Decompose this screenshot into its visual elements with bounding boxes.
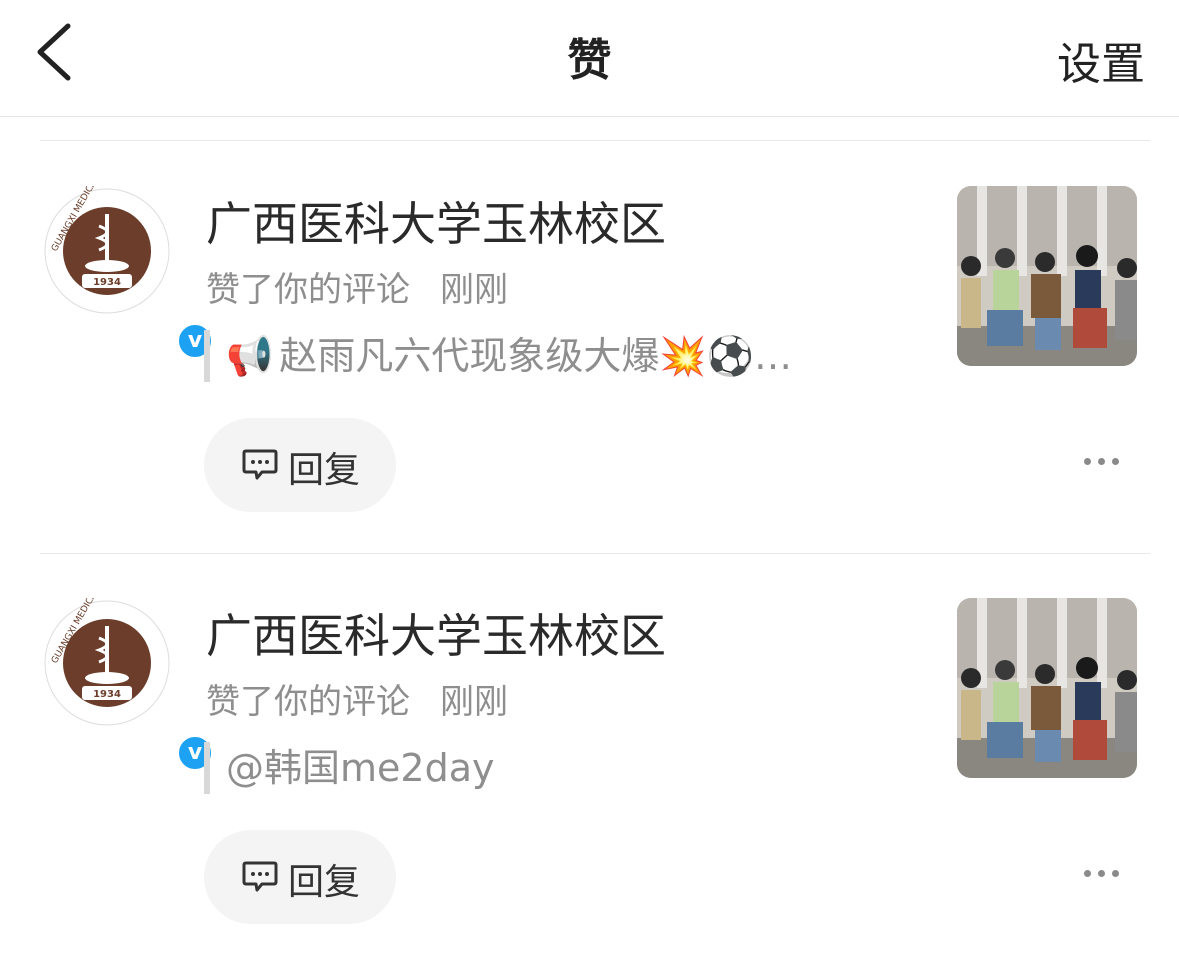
- post-thumbnail[interactable]: [957, 598, 1137, 778]
- like-notification-item[interactable]: 1934 GUANGXI MEDICAL v 广西医科大学玉林校区 赞了你的评论…: [0, 142, 1179, 554]
- settings-button[interactable]: 设置: [1057, 28, 1145, 92]
- notification-meta: 赞了你的评论 刚刚: [206, 674, 508, 723]
- reply-button[interactable]: 回复: [204, 418, 396, 512]
- quoted-comment-text: 赵雨凡六代现象级大爆💥⚽…: [279, 334, 792, 378]
- university-logo-icon: 1934 GUANGXI MEDICAL: [44, 598, 170, 726]
- university-logo-icon: 1934 GUANGXI MEDICAL: [44, 186, 170, 314]
- avatar-year: 1934: [93, 277, 121, 288]
- user-name[interactable]: 广西医科大学玉林校区: [206, 600, 666, 666]
- post-thumbnail[interactable]: [957, 186, 1137, 366]
- quoted-comment[interactable]: @韩国me2day: [204, 742, 494, 794]
- reply-label: 回复: [288, 862, 361, 903]
- group-photo-image: [957, 186, 1137, 366]
- user-name[interactable]: 广西医科大学玉林校区: [206, 188, 666, 254]
- avatar[interactable]: 1934 GUANGXI MEDICAL v: [42, 598, 214, 772]
- notification-meta: 赞了你的评论 刚刚: [206, 262, 508, 311]
- reply-label: 回复: [288, 450, 361, 491]
- avatar-year: 1934: [93, 689, 121, 700]
- group-photo-image: [957, 598, 1137, 778]
- comment-icon: [242, 861, 278, 892]
- more-options-icon[interactable]: [1080, 454, 1124, 474]
- more-options-icon[interactable]: [1080, 866, 1124, 886]
- like-notification-item[interactable]: 1934 GUANGXI MEDICAL v 广西医科大学玉林校区 赞了你的评论…: [0, 554, 1179, 966]
- page-title: 赞: [567, 35, 612, 86]
- comment-icon: [242, 449, 278, 480]
- top-nav-bar: 赞 设置: [0, 0, 1179, 117]
- action-text: 赞了你的评论: [206, 270, 410, 310]
- reply-button[interactable]: 回复: [204, 830, 396, 924]
- avatar[interactable]: 1934 GUANGXI MEDICAL v: [42, 186, 214, 360]
- list-divider: [40, 140, 1150, 141]
- quoted-comment[interactable]: 📢 赵雨凡六代现象级大爆💥⚽…: [204, 330, 792, 382]
- megaphone-icon: 📢: [226, 334, 274, 378]
- action-text: 赞了你的评论: [206, 682, 410, 722]
- timestamp: 刚刚: [440, 682, 508, 722]
- quoted-comment-text: @韩国me2day: [226, 746, 495, 790]
- timestamp: 刚刚: [440, 270, 508, 310]
